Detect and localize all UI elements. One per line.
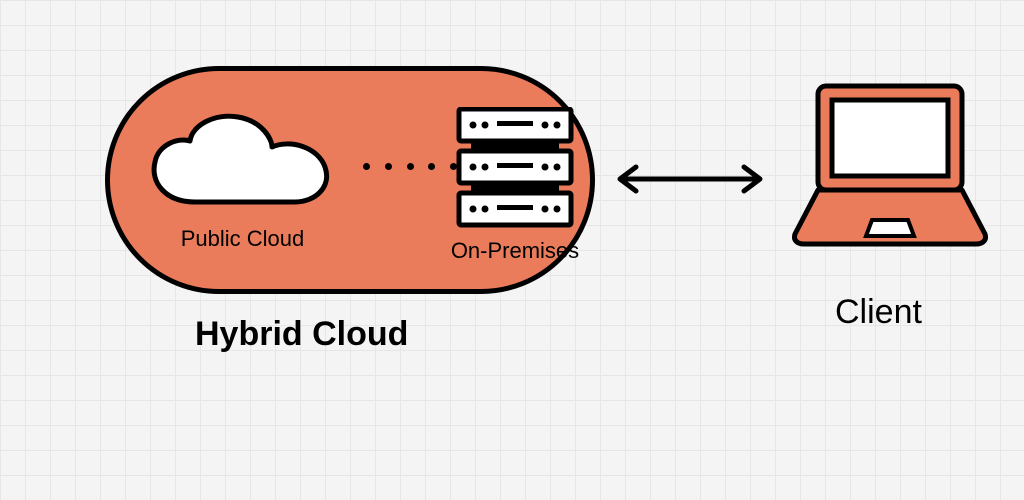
bidirectional-arrow: [610, 164, 770, 194]
on-premises-label: On-Premises: [440, 238, 590, 264]
hybrid-cloud-capsule: Public Cloud: [105, 66, 595, 294]
hybrid-cloud-diagram: Public Cloud: [0, 0, 1024, 500]
server-stack-icon: [455, 107, 575, 229]
client-laptop-group: [790, 80, 990, 255]
laptop-icon: [790, 80, 990, 250]
public-cloud-label: Public Cloud: [140, 226, 345, 252]
public-cloud-group: Public Cloud: [140, 107, 345, 252]
hybrid-cloud-title: Hybrid Cloud: [195, 315, 408, 354]
cloud-icon: [140, 107, 345, 217]
on-premises-group: On-Premises: [440, 107, 590, 264]
client-label: Client: [835, 293, 922, 332]
